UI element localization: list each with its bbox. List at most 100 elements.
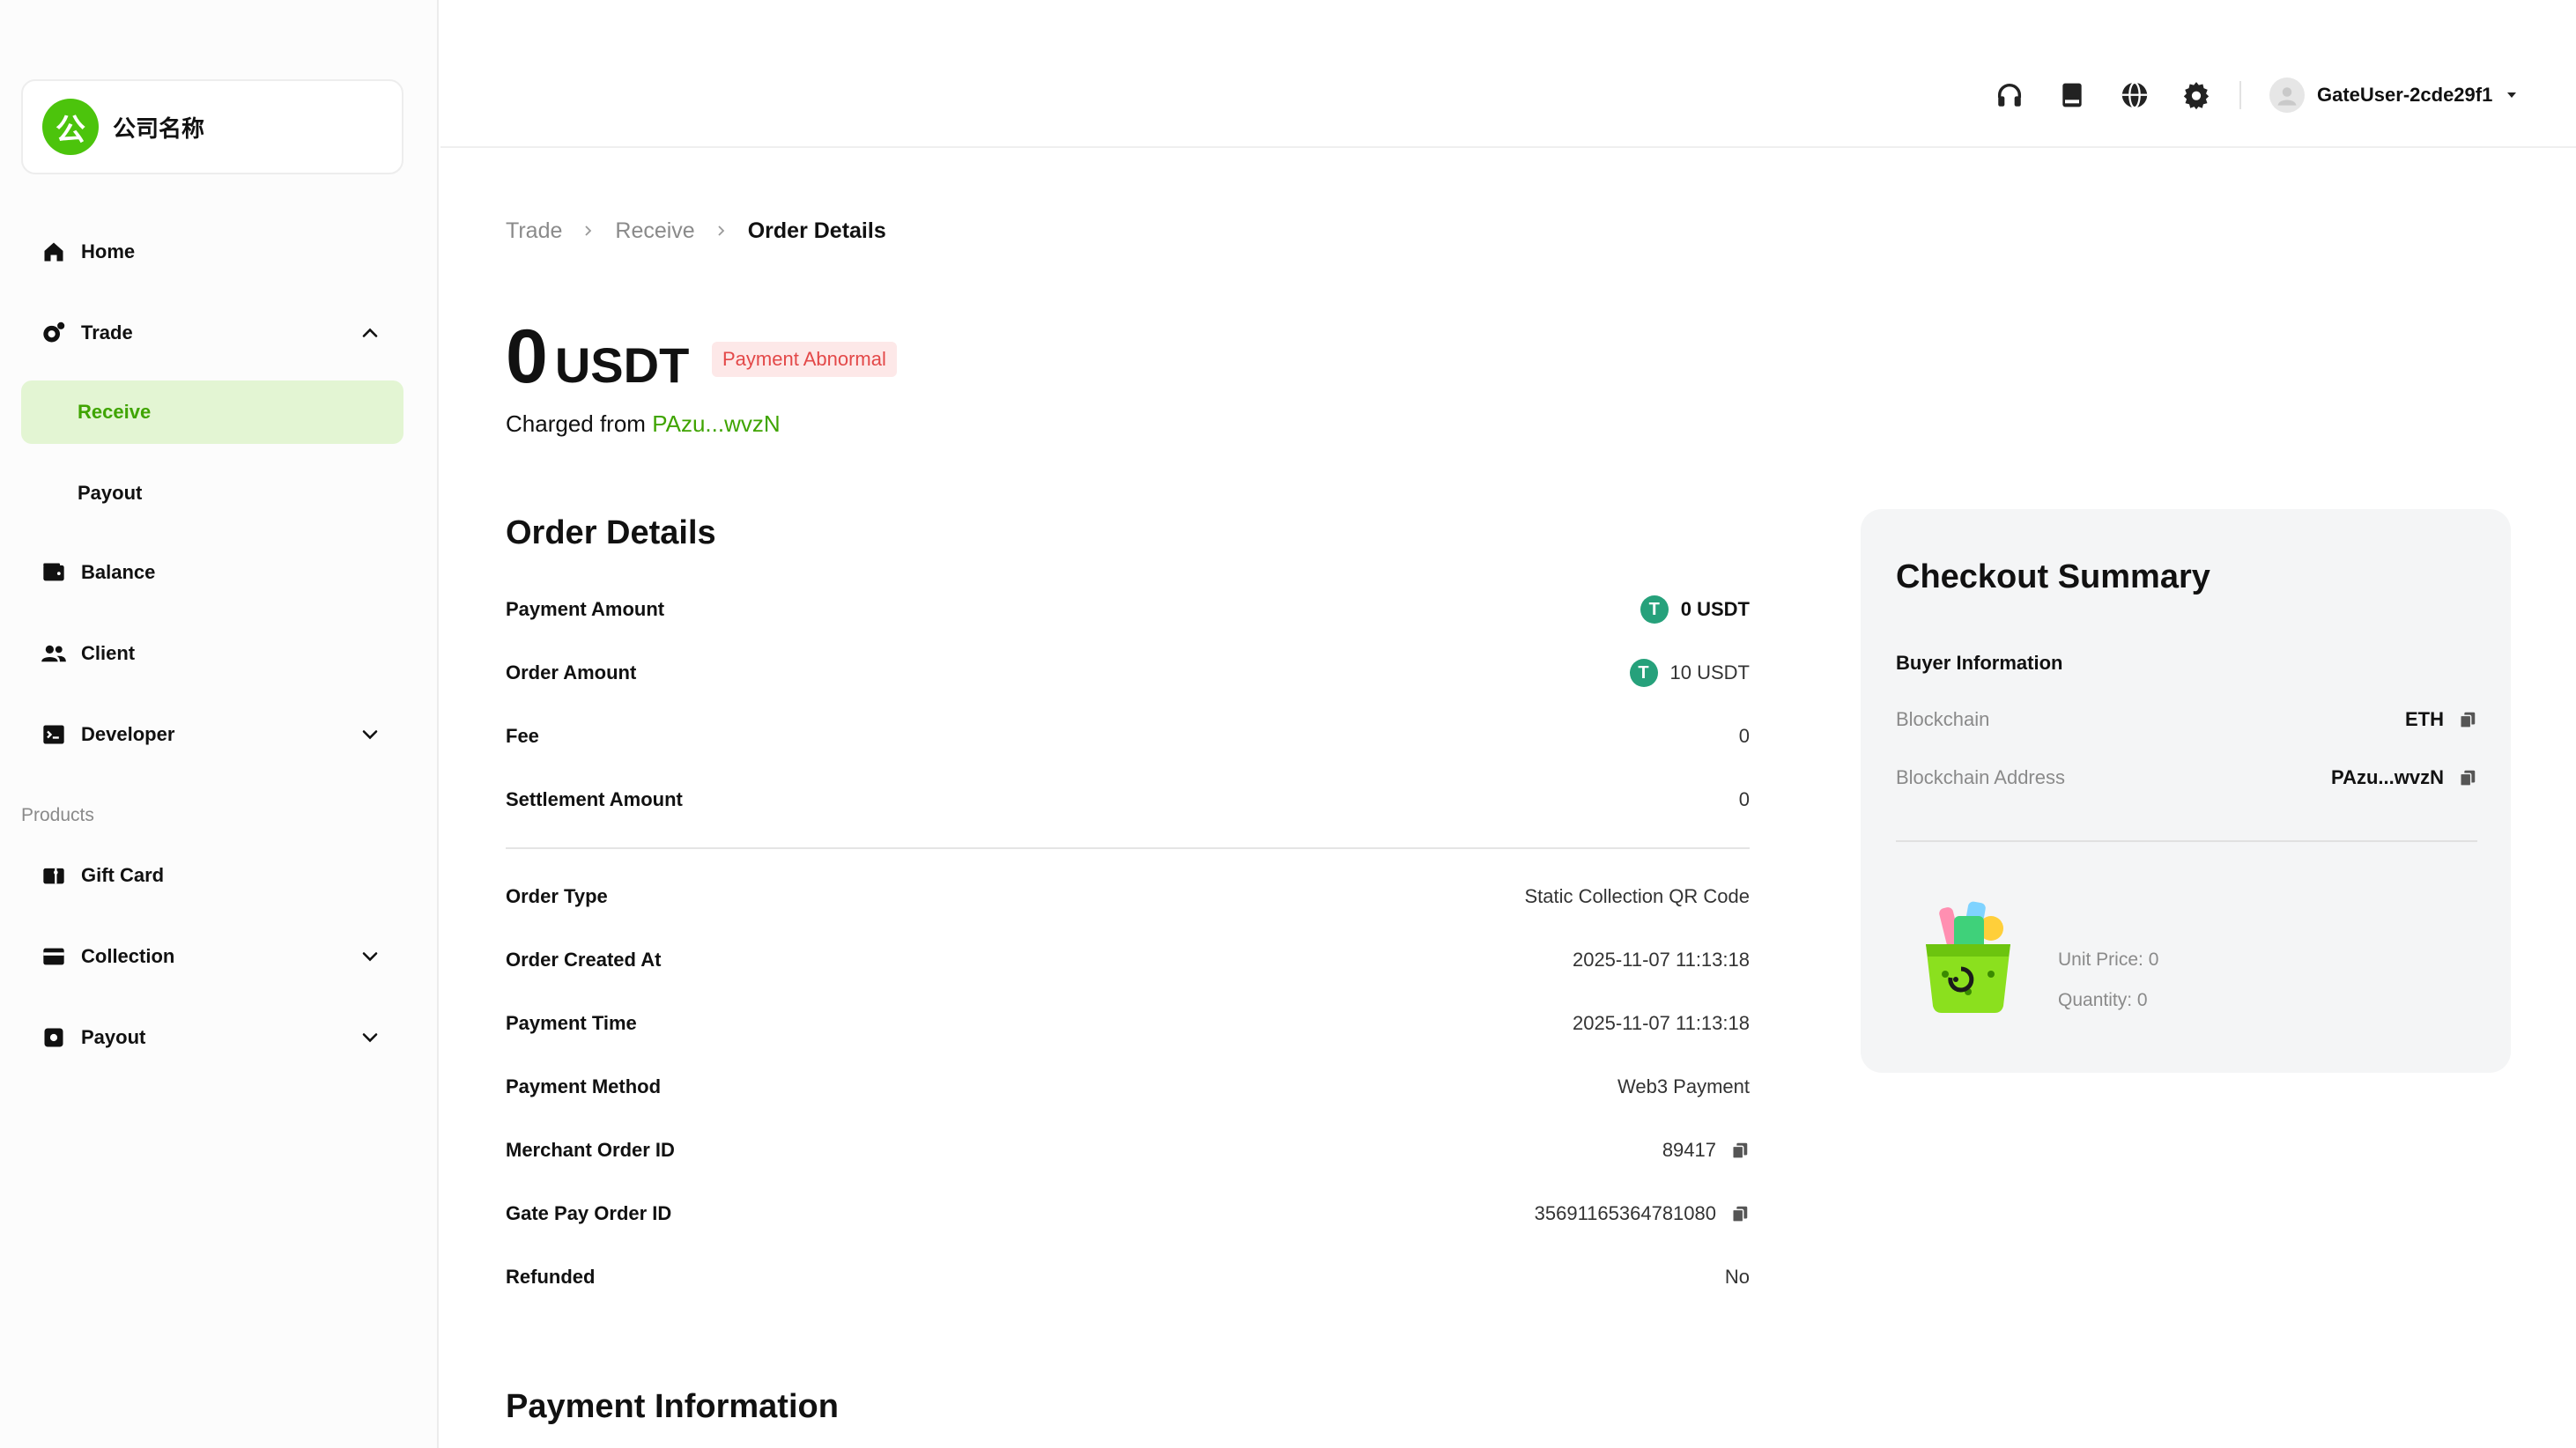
detail-row: Merchant Order ID 89417 (506, 1133, 1750, 1168)
detail-label: Payment Method (506, 1075, 662, 1097)
chevron-right-icon (581, 220, 596, 243)
order-amount-value: 10 USDT (1669, 661, 1750, 683)
blockchain-value-wrap: ETH (2405, 708, 2477, 731)
globe-icon[interactable] (2119, 79, 2150, 111)
payout-icon (41, 1024, 67, 1051)
detail-value: 0 (1738, 725, 1750, 747)
detail-row: Order Created At 2025-11-07 11:13:18 (506, 942, 1750, 978)
breadcrumb-receive[interactable]: Receive (615, 218, 694, 244)
card-icon (41, 943, 67, 970)
tether-icon: T (1640, 595, 1669, 624)
chevron-down-icon[interactable] (358, 1025, 382, 1050)
detail-row: Order Type Static Collection QR Code (506, 879, 1750, 914)
home-icon (41, 239, 67, 265)
topbar-divider (2239, 81, 2241, 109)
blockchain-row: Blockchain ETH (1896, 708, 2477, 731)
charged-from: Charged from PAzu...wvzN (506, 410, 781, 438)
caret-down-icon (2505, 88, 2519, 102)
amount-currency: USDT (554, 337, 690, 393)
sidebar-item-collection[interactable]: Collection (21, 925, 403, 988)
charged-address-link[interactable]: PAzu...wvzN (652, 410, 780, 437)
chevron-down-icon[interactable] (358, 722, 382, 747)
blockchain-address-wrap: PAzu...wvzN (2331, 766, 2477, 789)
blockchain-address-value: PAzu...wvzN (2331, 766, 2444, 788)
detail-label: Payment Time (506, 1012, 637, 1034)
sidebar-item-payout[interactable]: Payout (21, 1006, 403, 1069)
sidebar-item-label: Balance (81, 561, 156, 583)
sidebar-item-receive[interactable]: Receive (21, 380, 403, 444)
detail-label: Merchant Order ID (506, 1139, 675, 1161)
breadcrumb: Trade Receive Order Details (506, 218, 886, 244)
terminal-icon (41, 721, 67, 748)
sidebar-item-label: Home (81, 240, 136, 262)
gift-card-icon (41, 862, 67, 889)
shopping-basket-illustration (1910, 893, 2025, 1016)
chevron-down-icon[interactable] (358, 944, 382, 969)
detail-label: Fee (506, 725, 539, 747)
section-divider (506, 847, 1750, 849)
copy-icon[interactable] (2458, 710, 2477, 729)
detail-label: Order Amount (506, 661, 637, 683)
quantity: Quantity: 0 (2058, 990, 2148, 1010)
status-badge: Payment Abnormal (712, 342, 897, 377)
checkout-summary-title: Checkout Summary (1896, 558, 2210, 595)
user-menu[interactable]: GateUser-2cde29f1 (2269, 78, 2519, 113)
user-avatar-icon (2269, 78, 2305, 113)
detail-label: Refunded (506, 1266, 596, 1288)
detail-row: Gate Pay Order ID 35691165364781080 (506, 1196, 1750, 1231)
detail-value: 2025-11-07 11:13:18 (1572, 949, 1750, 971)
sidebar-item-gift-card[interactable]: Gift Card (21, 844, 403, 907)
gear-icon[interactable] (2180, 79, 2212, 111)
blockchain-label: Blockchain (1896, 708, 1990, 730)
section-title-payment-information: Payment Information (506, 1388, 839, 1425)
detail-label: Payment Amount (506, 598, 665, 620)
trade-icon (41, 320, 67, 346)
blockchain-address-row: Blockchain Address PAzu...wvzN (1896, 766, 2477, 789)
unit-price: Unit Price: 0 (2058, 949, 2159, 970)
detail-value: 2025-11-07 11:13:18 (1572, 1012, 1750, 1034)
users-icon (41, 640, 67, 667)
sidebar-item-home[interactable]: Home (21, 220, 403, 284)
nav-section-products: Products (21, 805, 94, 825)
sidebar-item-developer[interactable]: Developer (21, 703, 403, 766)
copy-icon[interactable] (2458, 768, 2477, 787)
detail-label: Order Created At (506, 949, 662, 971)
detail-value: 89417 (1662, 1139, 1750, 1162)
detail-label: Settlement Amount (506, 788, 683, 810)
sidebar-item-trade[interactable]: Trade (21, 301, 403, 365)
sidebar-item-label: Gift Card (81, 864, 165, 886)
detail-value: Web3 Payment (1617, 1075, 1750, 1097)
detail-row: Settlement Amount 0 (506, 782, 1750, 817)
sidebar: 公 公司名称 Home Trade Receive Payout Balance… (0, 0, 439, 1448)
detail-row: Payment Time 2025-11-07 11:13:18 (506, 1006, 1750, 1041)
blockchain-address-label: Blockchain Address (1896, 766, 2065, 788)
top-bar (440, 0, 2576, 148)
detail-value: T 0 USDT (1640, 595, 1750, 624)
copy-icon[interactable] (1730, 1204, 1750, 1223)
sidebar-item-client[interactable]: Client (21, 622, 403, 685)
headset-icon[interactable] (1994, 79, 2025, 111)
copy-icon[interactable] (1730, 1141, 1750, 1160)
amount-value: 0 (506, 314, 548, 399)
sidebar-item-balance[interactable]: Balance (21, 541, 403, 604)
chevron-up-icon[interactable] (358, 321, 382, 345)
book-icon[interactable] (2056, 79, 2088, 111)
detail-value: T 10 USDT (1629, 659, 1750, 687)
detail-value: 35691165364781080 (1535, 1202, 1750, 1225)
brand-name: 公司名称 (113, 115, 205, 143)
detail-row: Payment Amount T 0 USDT (506, 592, 1750, 627)
sidebar-item-label: Receive (78, 401, 152, 423)
sidebar-item-label: Collection (81, 945, 175, 967)
detail-value: Static Collection QR Code (1524, 885, 1750, 907)
summary-divider (1896, 840, 2477, 842)
buyer-information-label: Buyer Information (1896, 652, 2063, 674)
order-amount-header: 0 USDT (506, 319, 689, 395)
chevron-right-icon (714, 220, 729, 243)
sidebar-item-payout-sub[interactable]: Payout (21, 462, 403, 525)
tether-icon: T (1629, 659, 1658, 687)
detail-label: Order Type (506, 885, 608, 907)
gate-pay-order-id: 35691165364781080 (1534, 1202, 1716, 1224)
breadcrumb-trade[interactable]: Trade (506, 218, 562, 244)
detail-value: 0 (1738, 788, 1750, 810)
brand-card[interactable]: 公 公司名称 (21, 79, 403, 174)
